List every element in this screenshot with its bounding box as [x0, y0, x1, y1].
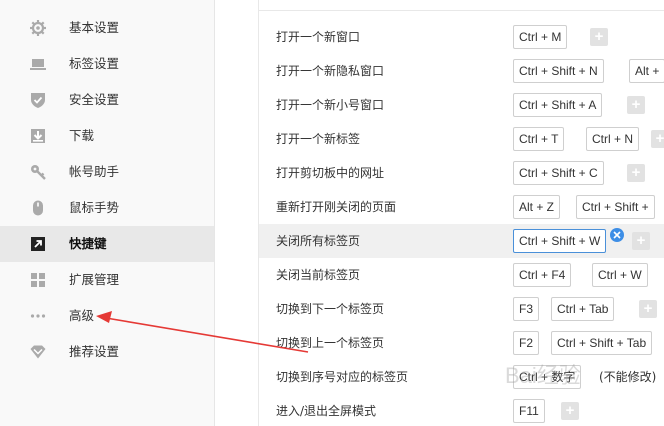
more-dots-icon — [29, 307, 47, 325]
shortcut-action-label: 关闭所有标签页 — [276, 234, 361, 248]
settings-sidebar: 基本设置 标签设置 安全设置 下载 帐号助手 鼠标手势 快捷键 扩展管理 高级 … — [0, 0, 215, 426]
shortcut-row: 关闭所有标签页 Ctrl + Shift + W + — [259, 224, 664, 258]
sidebar-item-label: 高级 — [69, 308, 95, 323]
shield-check-icon — [29, 91, 47, 109]
add-shortcut-button[interactable]: + — [651, 130, 664, 148]
shortcut-action-label: 切换到序号对应的标签页 — [276, 370, 409, 384]
shortcut-key[interactable]: F2 — [513, 331, 540, 355]
not-editable-note: (不能修改) — [599, 370, 657, 384]
sidebar-item-extensions[interactable]: 扩展管理 — [0, 262, 214, 298]
key-icon — [29, 163, 47, 181]
shortcut-row: 切换到上一个标签页 F2 Ctrl + Shift + Tab — [259, 326, 664, 360]
shortcut-key[interactable]: Ctrl + Shift + — [576, 195, 655, 219]
close-icon — [613, 231, 621, 239]
shortcut-action-label: 打开一个新窗口 — [276, 30, 361, 44]
shortcut-action-label: 进入/退出全屏模式 — [276, 404, 377, 418]
shortcut-row: 重新打开刚关闭的页面 Alt + Z Ctrl + Shift + — [259, 190, 664, 224]
shortcut-key[interactable]: Ctrl + Tab — [551, 297, 615, 321]
shortcut-row: 打开一个新标签 Ctrl + T Ctrl + N + — [259, 122, 664, 156]
sidebar-item-label: 基本设置 — [69, 20, 120, 35]
grid-icon — [29, 271, 47, 289]
add-shortcut-button[interactable]: + — [639, 300, 657, 318]
sidebar-item-download[interactable]: 下载 — [0, 118, 214, 154]
arrow-up-right-icon — [29, 235, 47, 253]
shortcut-action-label: 关闭当前标签页 — [276, 268, 361, 282]
laptop-icon — [29, 55, 47, 73]
shortcut-key[interactable]: Ctrl + M — [513, 25, 568, 49]
shortcut-row: 打开一个新窗口 Ctrl + M + — [259, 20, 664, 54]
shortcut-key[interactable]: Ctrl + Shift + Tab — [551, 331, 653, 355]
sidebar-item-mouse-gestures[interactable]: 鼠标手势 — [0, 190, 214, 226]
shortcut-key[interactable]: Alt + — [629, 59, 664, 83]
shortcut-key[interactable]: Ctrl + W — [592, 263, 648, 287]
shortcut-key[interactable]: Ctrl + F4 — [513, 263, 572, 287]
sidebar-item-label: 下载 — [69, 128, 95, 143]
sidebar-item-label: 扩展管理 — [69, 272, 120, 287]
header-rule — [259, 10, 664, 11]
shortcut-key[interactable]: Ctrl + T — [513, 127, 565, 151]
sidebar-item-shortcuts[interactable]: 快捷键 — [0, 226, 214, 262]
shortcut-key[interactable]: Ctrl + Shift + A — [513, 93, 603, 117]
diamond-icon — [29, 343, 47, 361]
sidebar-item-label: 帐号助手 — [69, 164, 120, 179]
shortcut-row: 打开一个新隐私窗口 Ctrl + Shift + N Alt + — [259, 54, 664, 88]
shortcut-key[interactable]: Ctrl + Shift + N — [513, 59, 604, 83]
shortcut-action-label: 切换到下一个标签页 — [276, 302, 385, 316]
add-shortcut-button[interactable]: + — [590, 28, 608, 46]
sidebar-item-basic-settings[interactable]: 基本设置 — [0, 10, 214, 46]
sidebar-item-label: 标签设置 — [69, 56, 120, 71]
shortcut-row: 进入/退出全屏模式 F11 + — [259, 394, 664, 426]
shortcut-action-label: 打开一个新隐私窗口 — [276, 64, 385, 78]
sidebar-item-label: 鼠标手势 — [69, 200, 120, 215]
shortcut-row: 打开一个新小号窗口 Ctrl + Shift + A + — [259, 88, 664, 122]
shortcut-key-editing[interactable]: Ctrl + Shift + W — [513, 229, 607, 253]
shortcut-key[interactable]: Alt + Z — [513, 195, 561, 219]
gear-icon — [29, 19, 47, 37]
shortcut-row: 打开剪切板中的网址 Ctrl + Shift + C + — [259, 156, 664, 190]
clear-shortcut-button[interactable] — [610, 228, 624, 242]
sidebar-item-label: 安全设置 — [69, 92, 120, 107]
shortcut-action-label: 重新打开刚关闭的页面 — [276, 200, 397, 214]
sidebar-item-label: 快捷键 — [69, 236, 107, 251]
add-shortcut-button[interactable]: + — [561, 402, 579, 420]
shortcut-action-label: 打开一个新标签 — [276, 132, 361, 146]
shortcut-key[interactable]: F11 — [513, 399, 545, 423]
sidebar-item-tab-settings[interactable]: 标签设置 — [0, 46, 214, 82]
add-shortcut-button[interactable]: + — [632, 232, 650, 250]
shortcut-action-label: 打开一个新小号窗口 — [276, 98, 385, 112]
shortcut-key[interactable]: F3 — [513, 297, 540, 321]
add-shortcut-button[interactable]: + — [627, 164, 645, 182]
mouse-icon — [29, 199, 47, 217]
shortcut-key: Ctrl + 数字 — [513, 365, 582, 389]
shortcut-key[interactable]: Ctrl + N — [586, 127, 640, 151]
add-shortcut-button[interactable]: + — [627, 96, 645, 114]
shortcut-row: 切换到序号对应的标签页 Ctrl + 数字 (不能修改) — [259, 360, 664, 394]
shortcut-action-label: 切换到上一个标签页 — [276, 336, 385, 350]
sidebar-item-account-assistant[interactable]: 帐号助手 — [0, 154, 214, 190]
download-icon — [29, 127, 47, 145]
shortcut-row: 切换到下一个标签页 F3 Ctrl + Tab + — [259, 292, 664, 326]
sidebar-item-label: 推荐设置 — [69, 344, 120, 359]
sidebar-item-advanced[interactable]: 高级 — [0, 298, 214, 334]
sidebar-item-security-settings[interactable]: 安全设置 — [0, 82, 214, 118]
sidebar-item-recommended-settings[interactable]: 推荐设置 — [0, 334, 214, 370]
shortcut-action-label: 打开剪切板中的网址 — [276, 166, 385, 180]
shortcut-row: 关闭当前标签页 Ctrl + F4 Ctrl + W — [259, 258, 664, 292]
shortcut-key[interactable]: Ctrl + Shift + C — [513, 161, 604, 185]
